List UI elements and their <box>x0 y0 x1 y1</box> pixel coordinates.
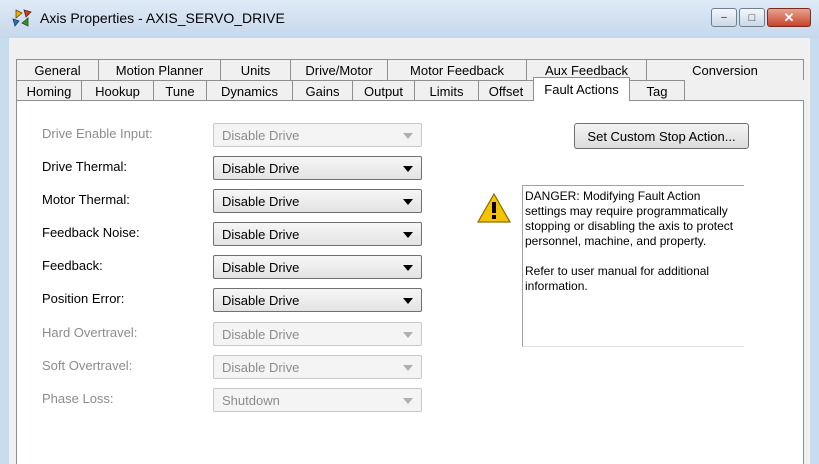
dropdown-arrow-icon <box>403 166 413 172</box>
window-controls: − □ ✕ <box>709 8 811 27</box>
feedback-noise-value: Disable Drive <box>222 227 300 242</box>
dropdown-arrow-icon <box>403 332 413 338</box>
motor-thermal-select[interactable]: Disable Drive <box>213 189 422 213</box>
dropdown-arrow-icon <box>403 232 413 238</box>
dropdown-arrow-icon <box>403 265 413 271</box>
drive-enable-input-value: Disable Drive <box>222 128 300 143</box>
window-title: Axis Properties - AXIS_SERVO_DRIVE <box>40 10 285 26</box>
tab-row-front: Homing Hookup Tune Dynamics Gains Output… <box>16 77 685 101</box>
dialog-client-area: General Motion Planner Units Drive/Motor… <box>9 38 810 464</box>
tab-offset[interactable]: Offset <box>478 80 534 101</box>
soft-overtravel-value: Disable Drive <box>222 360 300 375</box>
tab-output[interactable]: Output <box>352 80 415 101</box>
danger-warning-text: DANGER: Modifying Fault Action settings … <box>522 185 744 347</box>
tab-hookup[interactable]: Hookup <box>81 80 154 101</box>
title-bar[interactable]: Axis Properties - AXIS_SERVO_DRIVE − □ ✕ <box>0 0 819 38</box>
feedback-noise-select[interactable]: Disable Drive <box>213 222 422 246</box>
soft-overtravel-select: Disable Drive <box>213 355 422 379</box>
phase-loss-label: Phase Loss: <box>42 391 114 406</box>
position-error-label: Position Error: <box>42 291 125 306</box>
position-error-select[interactable]: Disable Drive <box>213 288 422 312</box>
tab-drive-motor[interactable]: Drive/Motor <box>290 59 388 80</box>
tab-general[interactable]: General <box>16 59 99 80</box>
feedback-value: Disable Drive <box>222 260 300 275</box>
dropdown-arrow-icon <box>403 365 413 371</box>
minimize-button[interactable]: − <box>711 8 737 27</box>
drive-enable-input-label: Drive Enable Input: <box>42 126 153 141</box>
maximize-button[interactable]: □ <box>739 8 765 27</box>
warning-triangle-icon <box>477 193 511 223</box>
tab-limits[interactable]: Limits <box>414 80 479 101</box>
tab-motion-planner[interactable]: Motion Planner <box>98 59 221 80</box>
tab-units[interactable]: Units <box>220 59 291 80</box>
drive-thermal-select[interactable]: Disable Drive <box>213 156 422 180</box>
phase-loss-select: Shutdown <box>213 388 422 412</box>
drive-thermal-label: Drive Thermal: <box>42 159 128 174</box>
feedback-select[interactable]: Disable Drive <box>213 255 422 279</box>
tab-tune[interactable]: Tune <box>153 80 207 101</box>
set-custom-stop-action-button[interactable]: Set Custom Stop Action... <box>574 123 749 149</box>
drive-thermal-value: Disable Drive <box>222 161 300 176</box>
tab-motor-feedback[interactable]: Motor Feedback <box>387 59 527 80</box>
axis-properties-icon <box>12 9 32 27</box>
drive-enable-input-select: Disable Drive <box>213 123 422 147</box>
dropdown-arrow-icon <box>403 298 413 304</box>
dropdown-arrow-icon <box>403 199 413 205</box>
close-button[interactable]: ✕ <box>767 8 811 27</box>
fault-actions-panel: Drive Enable Input: Disable Drive Drive … <box>16 100 804 464</box>
tab-dynamics[interactable]: Dynamics <box>206 80 293 101</box>
motor-thermal-label: Motor Thermal: <box>42 192 130 207</box>
axis-properties-window: Axis Properties - AXIS_SERVO_DRIVE − □ ✕… <box>0 0 819 464</box>
position-error-value: Disable Drive <box>222 293 300 308</box>
tab-homing[interactable]: Homing <box>16 80 82 101</box>
feedback-label: Feedback: <box>42 258 103 273</box>
tab-fault-actions[interactable]: Fault Actions <box>533 77 630 101</box>
tab-tag[interactable]: Tag <box>629 80 685 101</box>
soft-overtravel-label: Soft Overtravel: <box>42 358 133 373</box>
hard-overtravel-select: Disable Drive <box>213 322 422 346</box>
tab-gains[interactable]: Gains <box>292 80 353 101</box>
dropdown-arrow-icon <box>403 398 413 404</box>
hard-overtravel-label: Hard Overtravel: <box>42 325 138 340</box>
tab-row-back: General Motion Planner Units Drive/Motor… <box>16 59 804 80</box>
motor-thermal-value: Disable Drive <box>222 194 300 209</box>
hard-overtravel-value: Disable Drive <box>222 327 300 342</box>
tab-conversion[interactable]: Conversion <box>646 59 804 80</box>
dropdown-arrow-icon <box>403 133 413 139</box>
feedback-noise-label: Feedback Noise: <box>42 225 140 240</box>
phase-loss-value: Shutdown <box>222 393 280 408</box>
